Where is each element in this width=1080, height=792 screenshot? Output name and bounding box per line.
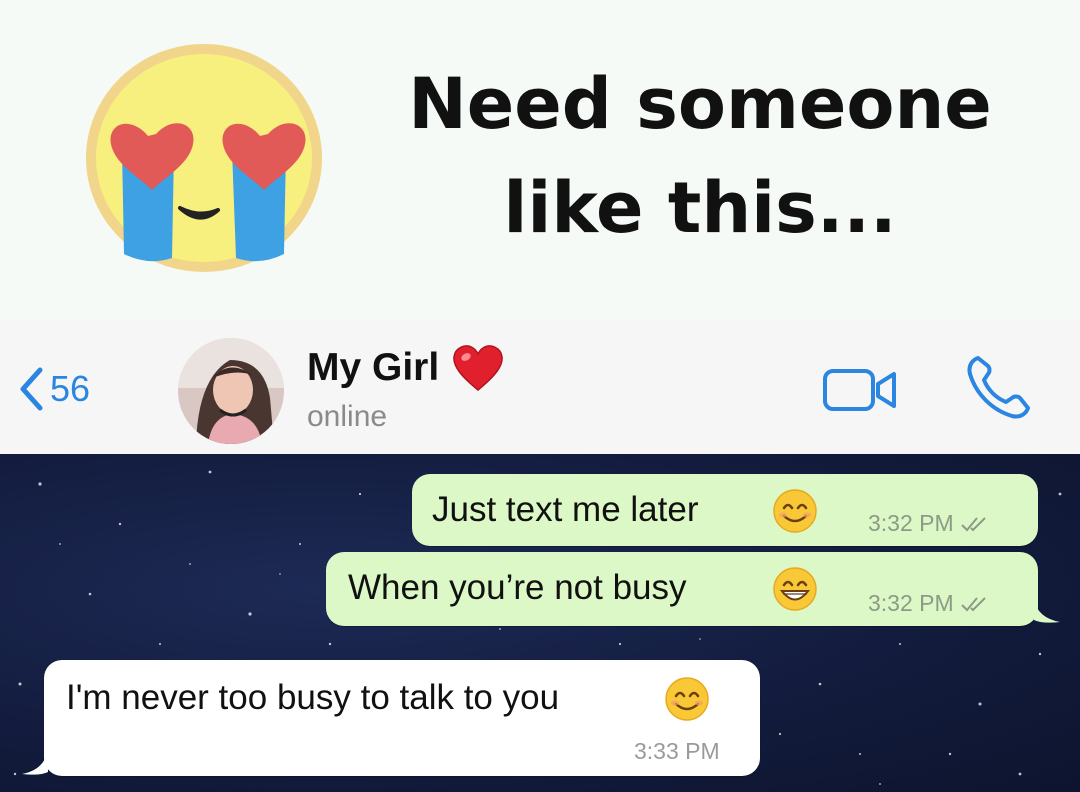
- grinning-face-emoji-icon: [773, 567, 817, 611]
- message-time: 3:32 PM: [868, 510, 990, 537]
- contact-name: My Girl: [307, 346, 440, 389]
- headline: Need someone like this...: [340, 52, 1060, 260]
- phone-icon[interactable]: [964, 352, 1034, 422]
- double-check-icon: [960, 596, 986, 611]
- contact-photo: [178, 338, 284, 444]
- heart-eyes-crying-emoji-icon: [86, 44, 322, 272]
- message-text: Just text me later: [432, 490, 699, 529]
- message-time-label: 3:32 PM: [868, 590, 954, 616]
- message-time: 3:33 PM: [634, 738, 720, 765]
- message-text: When you’re not busy: [348, 568, 687, 607]
- bubble-tail-outgoing: [1034, 600, 1060, 623]
- chat-header: [0, 320, 1080, 454]
- message-bubble-incoming[interactable]: I'm never too busy to talk to you 3:33 P…: [44, 660, 760, 776]
- headline-line-1: Need someone: [408, 63, 992, 145]
- bubble-tail-incoming: [22, 750, 48, 775]
- back-button[interactable]: 56: [18, 354, 90, 424]
- message-text: I'm never too busy to talk to you: [66, 678, 560, 717]
- message-bubble-outgoing[interactable]: Just text me later 3:32 PM: [412, 474, 1038, 546]
- contact-status: online: [307, 400, 388, 433]
- double-check-icon: [960, 516, 986, 531]
- chevron-left-icon: [20, 367, 43, 411]
- smiling-face-emoji-icon: [665, 677, 709, 721]
- message-time-label: 3:33 PM: [634, 738, 720, 764]
- smiling-face-emoji-icon: [773, 489, 817, 533]
- avatar[interactable]: [178, 338, 284, 444]
- meme-banner: Need someone like this...: [0, 0, 1080, 320]
- message-bubble-outgoing[interactable]: When you’re not busy 3:32 PM: [326, 552, 1038, 626]
- message-time: 3:32 PM: [868, 590, 990, 617]
- red-heart-icon: [453, 345, 503, 391]
- headline-line-2: like this...: [503, 167, 897, 249]
- message-time-label: 3:32 PM: [868, 510, 954, 536]
- chat-area: Just text me later 3:32 PM When you’re n…: [0, 454, 1080, 792]
- video-call-icon[interactable]: [822, 368, 898, 412]
- contact-name-row[interactable]: My Girl: [307, 344, 505, 392]
- unread-count: 56: [50, 368, 91, 409]
